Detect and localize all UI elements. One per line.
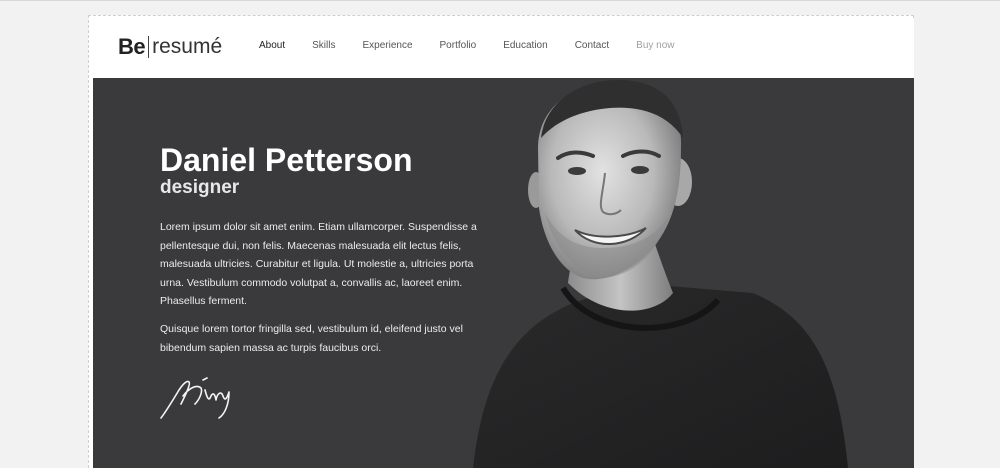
nav-portfolio[interactable]: Portfolio: [440, 40, 477, 51]
nav-skills[interactable]: Skills: [312, 40, 335, 51]
nav-about[interactable]: About: [259, 40, 285, 51]
nav-buy-now[interactable]: Buy now: [636, 40, 674, 51]
hero-name: Daniel Petterson: [160, 142, 413, 178]
logo-word: resumé: [152, 35, 223, 58]
portrait-photo: [473, 80, 848, 468]
site-logo[interactable]: Be resumé: [118, 34, 222, 60]
nav-contact[interactable]: Contact: [575, 40, 609, 51]
top-divider: [0, 0, 1000, 1]
site-header: Be resumé About Skills Experience Portfo…: [92, 18, 914, 78]
nav-education[interactable]: Education: [503, 40, 547, 51]
signature-icon: [160, 377, 230, 419]
hero-section: Daniel Petterson designer Lorem ipsum do…: [93, 78, 914, 468]
main-nav: About Skills Experience Portfolio Educat…: [259, 40, 675, 51]
logo-separator: [148, 36, 150, 58]
nav-experience[interactable]: Experience: [362, 40, 412, 51]
hero-paragraph-1: Lorem ipsum dolor sit amet enim. Etiam u…: [160, 221, 477, 308]
hero-paragraph-2: Quisque lorem tortor fringilla sed, vest…: [160, 323, 463, 354]
hero-role: designer: [160, 177, 240, 198]
logo-brand: Be: [118, 34, 146, 59]
